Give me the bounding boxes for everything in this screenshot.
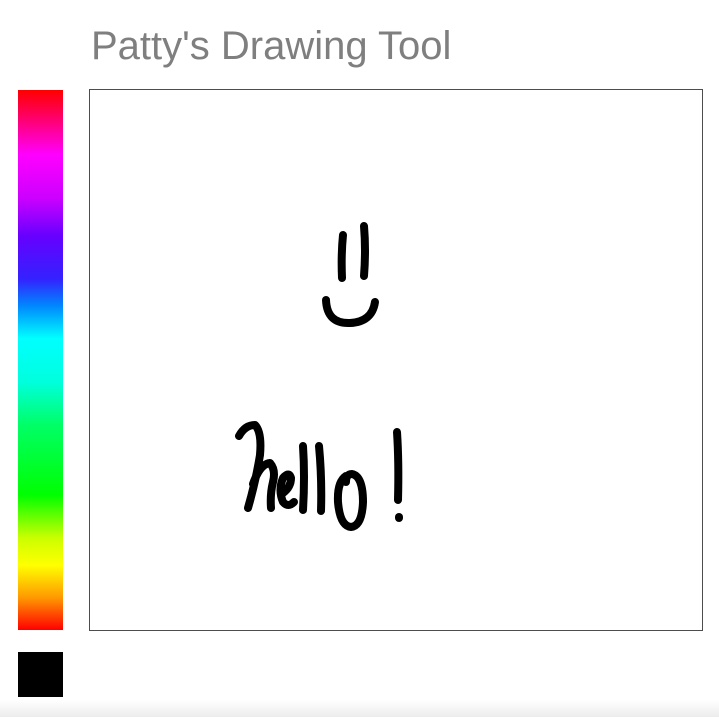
- drawing-strokes: [235, 222, 403, 531]
- stroke-letter-e: [276, 470, 298, 509]
- page-title: Patty's Drawing Tool: [91, 24, 452, 68]
- drawing-surface: [235, 222, 403, 531]
- stroke-letter-l1: [299, 442, 308, 514]
- stroke-exclamation-line: [393, 428, 403, 504]
- stroke-letter-h: [235, 421, 278, 512]
- window-bottom-edge: [0, 700, 719, 717]
- stroke-left-eye: [337, 231, 347, 282]
- current-color-swatch: [18, 652, 63, 697]
- stroke-right-eye: [360, 222, 369, 280]
- color-palette[interactable]: [18, 90, 63, 630]
- stroke-letter-l2: [315, 442, 326, 515]
- stroke-smile: [322, 296, 379, 328]
- drawing-app: Patty's Drawing Tool: [0, 0, 719, 717]
- stroke-letter-o: [333, 470, 367, 531]
- drawing-canvas[interactable]: [89, 89, 703, 631]
